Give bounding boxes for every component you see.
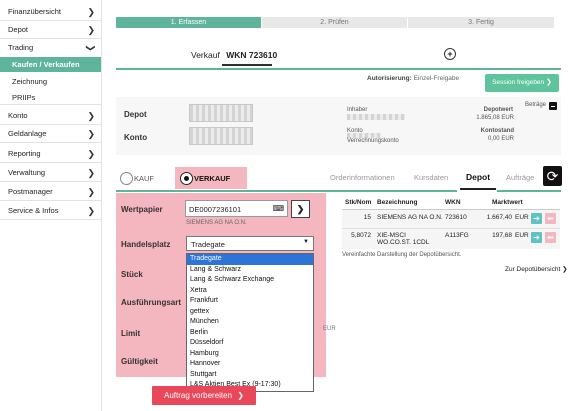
order-tab-underline — [222, 64, 272, 66]
chevron-right-icon: ❯ — [87, 111, 95, 121]
tab-kursdaten[interactable]: Kursdaten — [414, 173, 448, 182]
sidebar-item-geldanlage[interactable]: Geldanlage ❯ — [0, 125, 101, 143]
sidebar-subitem-priips[interactable]: PRIIPs — [0, 90, 101, 105]
chevron-right-icon: ❯ — [87, 25, 95, 35]
depot-table: Stk/Nom Bezeichnung WKN Marktwert 15 SIE… — [342, 196, 560, 249]
sidebar-item-depot[interactable]: Depot ❯ — [0, 21, 101, 39]
gueltigkeit-label: Gültigkeit — [121, 357, 158, 366]
sidebar: Finanzübersicht ❯ Depot ❯ Trading ❯ Kaufen … — [0, 0, 102, 411]
sell-arrow-icon[interactable]: ⬅ — [545, 213, 556, 224]
verrechnungskonto-label: Verrechnungskonto — [347, 138, 399, 144]
sidebar-item-reporting[interactable]: Reporting ❯ — [0, 145, 101, 163]
search-wertpapier-button[interactable]: ❯ — [291, 200, 310, 218]
handelsplatz-select[interactable]: Tradegate ▼ — [186, 236, 314, 251]
dropdown-option[interactable]: Frankfurt — [187, 296, 313, 307]
depot-label: Depot — [124, 110, 147, 119]
inhaber-label: Inhaber — [347, 107, 368, 113]
konto-select-redacted[interactable] — [189, 127, 253, 145]
dropdown-option[interactable]: Lang & Schwarz Exchange — [187, 275, 313, 286]
chevron-right-icon: ❯ — [87, 168, 95, 178]
dropdown-option[interactable]: Berlin — [187, 328, 313, 339]
chevron-right-icon: ❯ — [87, 187, 95, 197]
tab-auftraege[interactable]: Aufträge — [506, 173, 534, 182]
sidebar-item-service-infos[interactable]: Service & Infos ❯ — [0, 202, 101, 220]
depot-info-panel — [116, 97, 561, 155]
konto-label: Konto — [124, 133, 148, 142]
tabs-divider-right — [497, 190, 561, 192]
sidebar-subitem-kaufen-verkaufen[interactable]: Kaufen / Verkaufen — [0, 57, 101, 72]
session-freigeben-button[interactable]: Session freigeben ❯ — [485, 74, 559, 92]
depotuebersicht-link[interactable]: Zur Depotübersicht ❯ — [505, 265, 568, 273]
handelsplatz-label: Handelsplatz — [121, 240, 171, 249]
depotwert-label: Depotwert — [483, 107, 513, 113]
buy-arrow-icon[interactable]: ➜ — [531, 232, 542, 243]
step-pruefen: 2. Prüfen — [262, 17, 407, 28]
dropdown-option[interactable]: Tradegate — [187, 254, 313, 265]
handelsplatz-dropdown: Tradegate Lang & Schwarz Lang & Schwarz … — [186, 253, 314, 392]
dropdown-option[interactable]: Lang & Schwarz — [187, 265, 313, 276]
dropdown-option[interactable]: Hamburg — [187, 349, 313, 360]
buy-arrow-icon[interactable]: ➜ — [531, 213, 542, 224]
form-divider — [116, 190, 327, 192]
dropdown-option[interactable]: Hannover — [187, 359, 313, 370]
refresh-icon[interactable]: ⟳ — [543, 166, 562, 186]
verkauf-radio[interactable] — [180, 172, 193, 185]
keyboard-icon[interactable]: ⌨ — [272, 204, 284, 213]
dropdown-option[interactable]: München — [187, 317, 313, 328]
step-erfassen: 1. Erfassen — [116, 17, 261, 28]
depot-select-redacted[interactable] — [189, 104, 253, 122]
tab-depot-underline — [460, 188, 496, 190]
chevron-down-icon: ❯ — [86, 44, 97, 52]
stueck-label: Stück — [121, 270, 143, 279]
tabs-divider-left — [327, 190, 457, 192]
authorization-text: Autorisierung: Einzel-Freigabe — [367, 75, 460, 82]
dropdown-option[interactable]: gettex — [187, 307, 313, 318]
sidebar-item-konto[interactable]: Konto ❯ — [0, 107, 101, 125]
chevron-right-icon: ❯ — [87, 149, 95, 159]
order-tab[interactable]: Verkauf WKN 723610 — [191, 50, 277, 60]
dropdown-arrow-icon: ▼ — [303, 239, 309, 245]
betraege-toggle-icon[interactable] — [549, 102, 557, 110]
ausfuehrungsart-label: Ausführungsart — [121, 298, 181, 307]
chevron-right-icon: ❯ — [87, 206, 95, 216]
depot-table-note: Vereinfachte Darstellung der Depotübersi… — [342, 252, 462, 258]
sell-arrow-icon[interactable]: ⬅ — [545, 232, 556, 243]
inhaber-redacted — [347, 114, 405, 120]
sidebar-item-trading[interactable]: Trading ❯ — [0, 39, 101, 57]
chevron-right-icon: ❯ — [87, 129, 95, 139]
wertpapier-name: SIEMENS AG NA O.N. — [186, 220, 247, 226]
sidebar-item-verwaltung[interactable]: Verwaltung ❯ — [0, 164, 101, 182]
add-order-icon[interactable]: + — [444, 48, 456, 60]
step-fertig: 3. Fertig — [408, 17, 554, 28]
chevron-right-icon: ❯ — [87, 7, 95, 17]
betraege-label: Beträge — [525, 102, 547, 108]
tab-depot[interactable]: Depot — [466, 172, 490, 182]
wertpapier-label: Wertpapier — [121, 205, 163, 214]
sidebar-subitem-zeichnung[interactable]: Zeichnung — [0, 74, 101, 89]
table-row[interactable]: 15 SIEMENS AG NA O.N. 723610 1.667,40 EU… — [342, 210, 560, 229]
dropdown-option[interactable]: Xetra — [187, 286, 313, 297]
limit-label: Limit — [121, 329, 141, 338]
limit-currency: EUR — [323, 326, 336, 332]
sidebar-item-finanzuebersicht[interactable]: Finanzübersicht ❯ — [0, 3, 101, 21]
tab-divider — [116, 68, 561, 70]
depotwert-value: 1.865,08 EUR — [476, 115, 514, 121]
dropdown-option[interactable]: Düsseldorf — [187, 338, 313, 349]
verkauf-label: VERKAUF — [194, 174, 231, 183]
kauf-label: KAUF — [134, 174, 155, 183]
dropdown-option[interactable]: Stuttgart — [187, 370, 313, 381]
kontostand-value: 0,00 EUR — [487, 136, 514, 142]
tab-orderinformationen[interactable]: Orderinformationen — [330, 173, 395, 182]
auftrag-vorbereiten-button[interactable]: Auftrag vorbereiten ❯ — [152, 386, 256, 405]
table-row[interactable]: 5,8072 XIE-MSCI WO.CO.ST. 1CDL A113FG 19… — [342, 229, 560, 249]
table-header: Stk/Nom Bezeichnung WKN Marktwert — [342, 196, 560, 210]
kontostand-label: Kontostand — [480, 128, 514, 134]
wertpapier-input[interactable]: DE0007236101 ⌨ — [185, 200, 288, 217]
kauf-radio[interactable] — [120, 172, 133, 185]
sidebar-item-postmanager[interactable]: Postmanager ❯ — [0, 183, 101, 201]
